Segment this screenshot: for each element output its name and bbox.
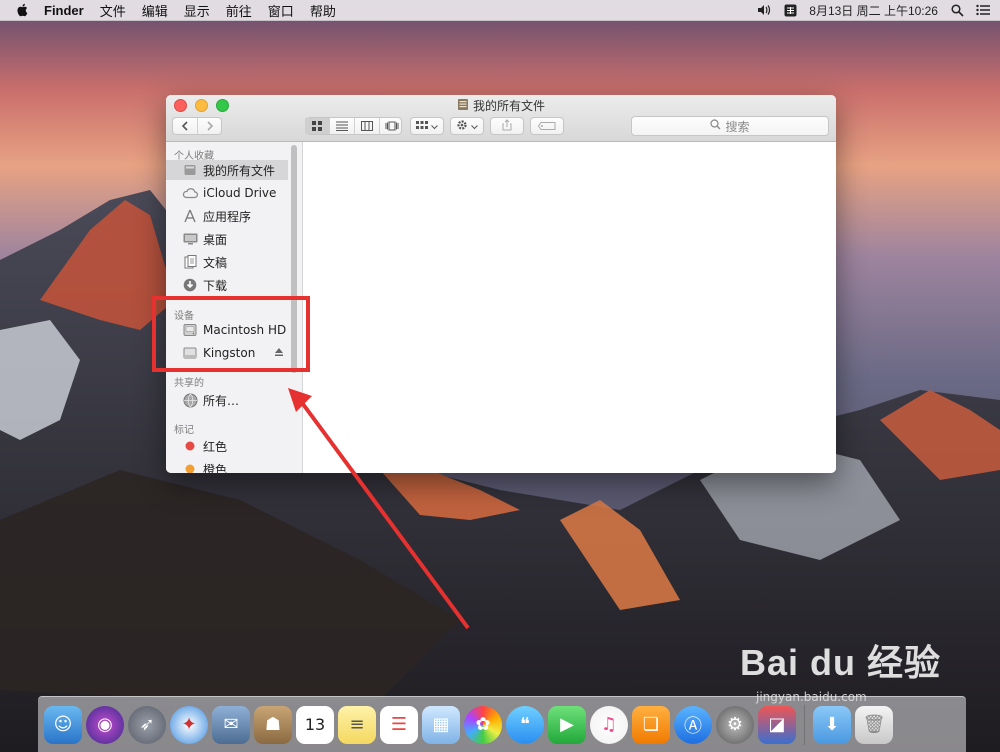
- tag-button[interactable]: [530, 117, 564, 135]
- reminders-icon[interactable]: ☰: [380, 705, 418, 744]
- spotlight-search-icon[interactable]: [950, 3, 964, 17]
- preview-icon[interactable]: ▦: [422, 705, 460, 744]
- contacts-icon[interactable]: ☗: [254, 705, 292, 744]
- applications-icon: [182, 208, 198, 224]
- input-method-icon[interactable]: [783, 3, 797, 17]
- menu-window[interactable]: 窗口: [268, 1, 294, 20]
- sidebar-item-label: 下载: [203, 278, 228, 293]
- dock: ☺ ◉ ➶ ✦ ✉ ☗ 13 ≡ ☰ ▦ ✿ ❝ ▶ ♫ ❏ Ⓐ ⚙ ◪ ⬇ 🗑: [38, 696, 966, 752]
- facetime-icon[interactable]: ▶: [548, 705, 586, 744]
- launchpad-icon[interactable]: ➶: [128, 705, 166, 744]
- window-title: 我的所有文件: [472, 99, 545, 113]
- sidebar-item-desktop[interactable]: 桌面: [166, 229, 288, 249]
- sidebar-item-shared-all[interactable]: 所有…: [166, 390, 288, 410]
- menu-help[interactable]: 帮助: [310, 1, 336, 20]
- desktop-icon: [182, 231, 198, 247]
- notification-center-icon[interactable]: [976, 3, 990, 17]
- list-view-button[interactable]: [330, 118, 355, 134]
- arrange-button[interactable]: [410, 117, 444, 135]
- tag-icon: [537, 120, 556, 133]
- safari-icon[interactable]: ✦: [170, 705, 208, 744]
- column-view-button[interactable]: [355, 118, 380, 134]
- watermark-brand: Bai du 经验: [740, 642, 942, 683]
- menubar-clock[interactable]: 8月13日 周二 上午10:26: [809, 2, 938, 19]
- back-button[interactable]: [173, 118, 198, 134]
- search-icon: [710, 119, 721, 133]
- app-store-icon[interactable]: Ⓐ: [674, 705, 712, 744]
- share-icon: [502, 118, 512, 134]
- messages-icon[interactable]: ❝: [506, 705, 544, 744]
- share-button[interactable]: [490, 117, 524, 135]
- shared-section-title: 共享的: [174, 378, 204, 389]
- mail-icon[interactable]: ✉: [212, 705, 250, 744]
- notes-icon[interactable]: ≡: [338, 705, 376, 744]
- dock-separator: [804, 704, 805, 745]
- apple-menu-icon[interactable]: [14, 3, 30, 17]
- downloads-stack-icon[interactable]: ⬇: [813, 705, 851, 744]
- sidebar-item-icloud-drive[interactable]: iCloud Drive: [166, 183, 288, 203]
- itunes-icon[interactable]: ♫: [590, 705, 628, 744]
- search-input[interactable]: 搜索: [631, 116, 829, 136]
- sidebar-item-label: 应用程序: [203, 209, 252, 224]
- gear-icon: [456, 119, 468, 134]
- icloud-icon: [182, 185, 198, 201]
- view-mode-control: [304, 117, 404, 135]
- sidebar-item-all-my-files[interactable]: 我的所有文件: [166, 160, 288, 180]
- ibooks-icon[interactable]: ❏: [632, 705, 670, 744]
- sidebar-item-tag-orange[interactable]: 橙色: [166, 459, 288, 473]
- navigation-buttons: [172, 117, 222, 135]
- chevron-down-icon: [471, 120, 478, 133]
- search-placeholder: 搜索: [725, 119, 750, 134]
- remote-desktop-icon[interactable]: ◪: [758, 705, 796, 744]
- chevron-down-icon: [431, 120, 438, 133]
- volume-icon[interactable]: [757, 3, 771, 17]
- siri-icon[interactable]: ◉: [86, 705, 124, 744]
- sidebar-item-label: 文稿: [203, 255, 228, 270]
- network-icon: [182, 392, 198, 408]
- sidebar-item-label: 我的所有文件: [203, 163, 276, 178]
- downloads-icon: [182, 277, 198, 293]
- photos-icon[interactable]: ✿: [464, 705, 502, 744]
- red-tag-dot-icon: [182, 438, 198, 454]
- system-preferences-icon[interactable]: ⚙: [716, 705, 754, 744]
- tags-section-title: 标记: [174, 425, 194, 436]
- icon-view-button[interactable]: [304, 118, 330, 134]
- menu-bar: Finder 文件 编辑 显示 前往 窗口 帮助 8月13日 周二 上午10:2…: [0, 0, 1000, 21]
- cover-flow-button[interactable]: [380, 118, 404, 134]
- annotation-highlight-box: [152, 296, 310, 372]
- sidebar-item-label: 红色: [203, 439, 228, 454]
- sidebar-item-downloads[interactable]: 下载: [166, 275, 288, 295]
- menu-go[interactable]: 前往: [226, 1, 252, 20]
- sidebar-item-tag-red[interactable]: 红色: [166, 436, 288, 456]
- folder-proxy-icon[interactable]: [457, 98, 469, 114]
- sidebar-item-label: 所有…: [203, 393, 240, 408]
- finder-icon[interactable]: ☺: [44, 705, 82, 744]
- window-title-group: 我的所有文件: [166, 97, 836, 114]
- action-button[interactable]: [450, 117, 484, 135]
- menu-view[interactable]: 显示: [184, 1, 210, 20]
- sidebar-item-documents[interactable]: 文稿: [166, 252, 288, 272]
- forward-button[interactable]: [198, 118, 222, 134]
- sidebar-item-applications[interactable]: 应用程序: [166, 206, 288, 226]
- menu-edit[interactable]: 编辑: [142, 1, 168, 20]
- orange-tag-dot-icon: [182, 461, 198, 473]
- calendar-icon[interactable]: 13: [296, 705, 334, 744]
- menu-app-name[interactable]: Finder: [44, 3, 84, 18]
- window-titlebar[interactable]: 我的所有文件 搜索: [166, 95, 836, 142]
- menu-file[interactable]: 文件: [100, 1, 126, 20]
- sidebar-item-label: 橙色: [203, 462, 228, 474]
- documents-icon: [182, 254, 198, 270]
- finder-window: 我的所有文件 搜索 个人收藏 我的所有文件 iCloud Drive 应用程序 …: [166, 95, 836, 473]
- trash-icon[interactable]: 🗑: [855, 705, 893, 744]
- sidebar-item-label: 桌面: [203, 232, 228, 247]
- all-files-icon: [182, 162, 198, 178]
- file-browser-content[interactable]: [303, 142, 836, 473]
- sidebar-item-label: iCloud Drive: [203, 186, 277, 200]
